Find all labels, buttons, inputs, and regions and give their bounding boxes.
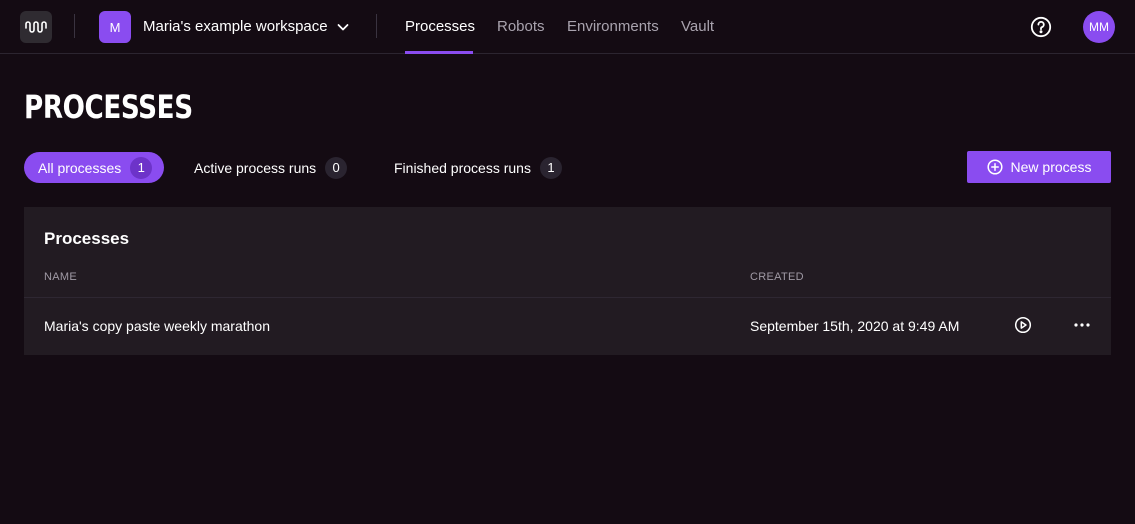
processes-table-card: Processes NAME CREATED Maria's copy past… bbox=[24, 207, 1111, 355]
tab-environments[interactable]: Environments bbox=[567, 18, 659, 35]
filter-active-process-runs[interactable]: Active process runs 0 bbox=[180, 152, 359, 183]
column-header-name[interactable]: NAME bbox=[44, 271, 77, 283]
filter-all-processes[interactable]: All processes 1 bbox=[24, 152, 165, 183]
chevron-down-icon[interactable] bbox=[336, 20, 350, 34]
filter-label: All processes bbox=[38, 159, 122, 176]
tab-robots[interactable]: Robots bbox=[497, 18, 545, 35]
user-avatar[interactable]: MM bbox=[1083, 11, 1115, 43]
app-logo-icon[interactable] bbox=[20, 11, 52, 43]
active-tab-indicator bbox=[405, 51, 473, 54]
row-divider bbox=[24, 297, 1111, 298]
help-icon[interactable] bbox=[1030, 16, 1052, 38]
more-icon[interactable] bbox=[1073, 317, 1091, 333]
count-badge: 0 bbox=[325, 156, 348, 179]
count-badge: 1 bbox=[130, 156, 153, 179]
filter-label: Active process runs bbox=[194, 159, 317, 176]
process-name-link[interactable]: Maria's copy paste weekly marathon bbox=[44, 318, 270, 334]
process-created-date: September 15th, 2020 at 9:49 AM bbox=[750, 318, 960, 334]
page-title: PROCESSES bbox=[24, 88, 193, 126]
divider bbox=[376, 14, 377, 38]
tab-processes[interactable]: Processes bbox=[405, 18, 475, 35]
new-process-button[interactable]: New process bbox=[967, 151, 1111, 183]
tab-vault[interactable]: Vault bbox=[681, 18, 714, 35]
play-icon[interactable] bbox=[1014, 316, 1032, 334]
column-header-created[interactable]: CREATED bbox=[750, 271, 804, 283]
top-bar: M Maria's example workspace Processes Ro… bbox=[0, 0, 1135, 54]
table-title: Processes bbox=[44, 229, 130, 248]
count-badge: 1 bbox=[539, 156, 562, 179]
new-process-label: New process bbox=[1010, 159, 1092, 175]
divider bbox=[74, 14, 75, 38]
filter-finished-process-runs[interactable]: Finished process runs 1 bbox=[380, 152, 574, 183]
filter-label: Finished process runs bbox=[394, 159, 531, 176]
workspace-name[interactable]: Maria's example workspace bbox=[143, 18, 328, 35]
plus-circle-icon bbox=[986, 159, 1003, 175]
workspace-avatar[interactable]: M bbox=[99, 11, 131, 43]
